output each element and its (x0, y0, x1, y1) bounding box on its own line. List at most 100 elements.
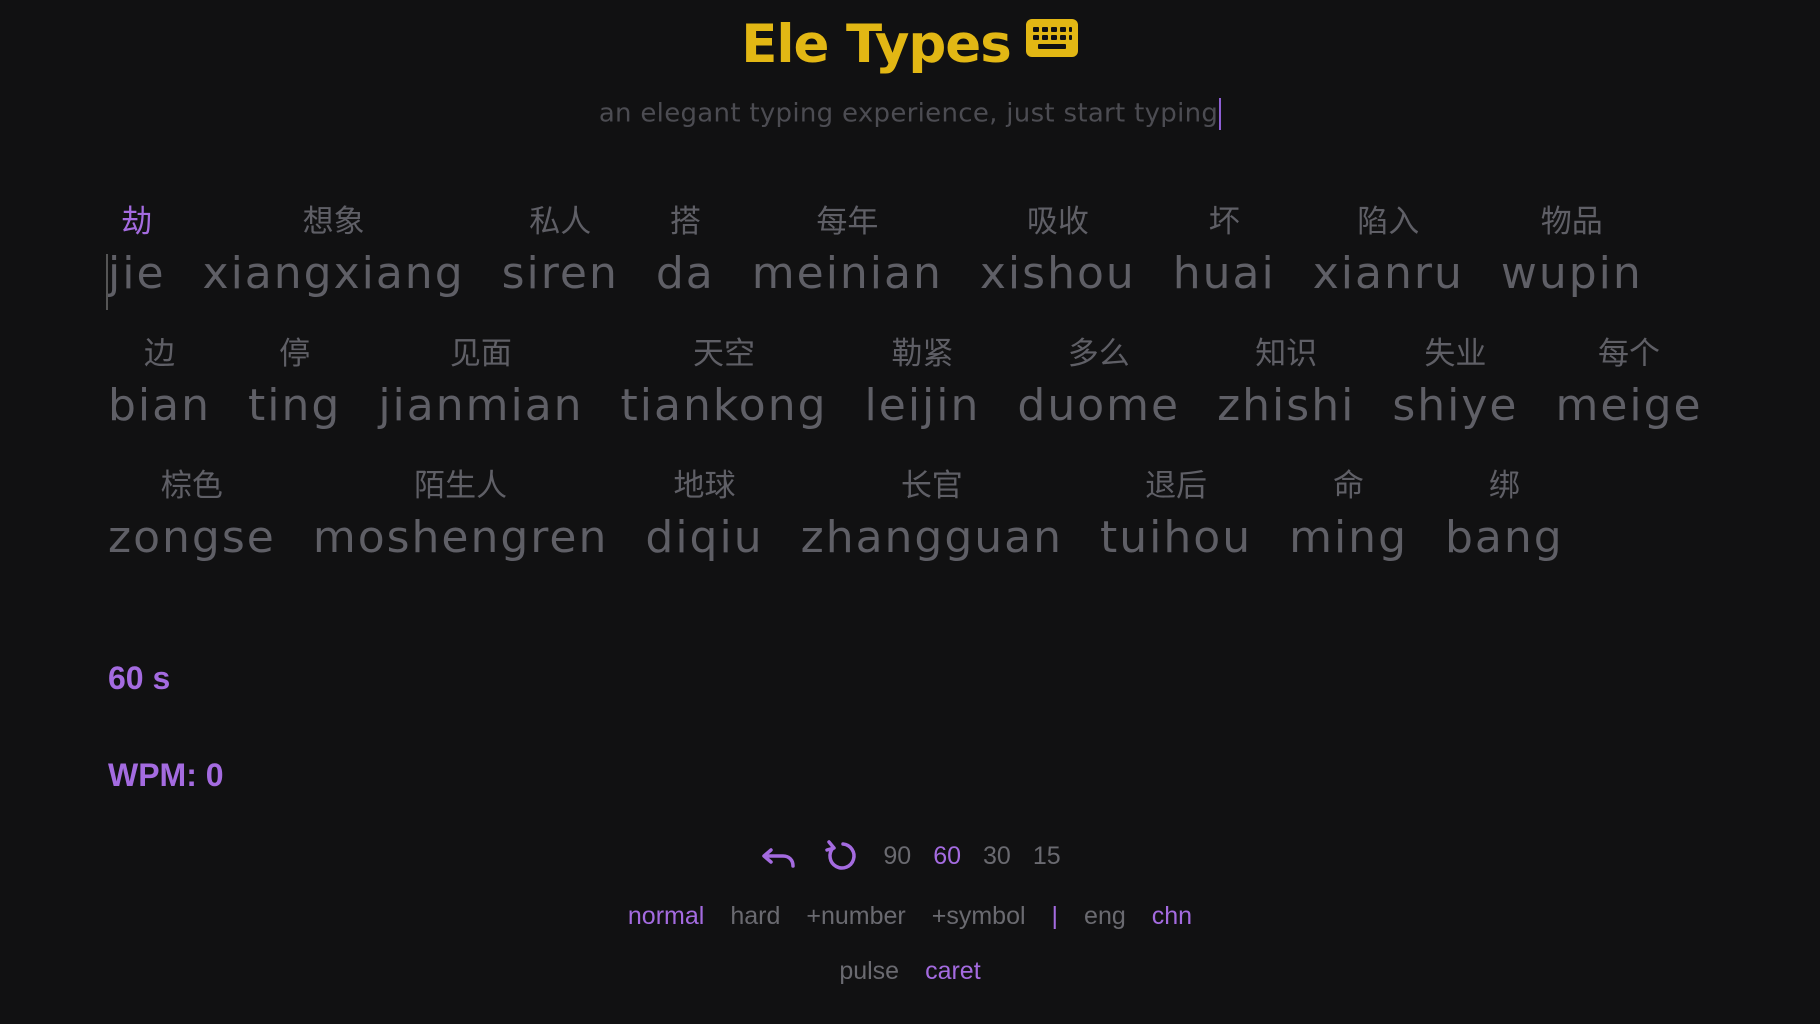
word-hanzi: 私人 (529, 204, 592, 240)
word: 陷入 xianru (1313, 200, 1464, 304)
word: 陌生人 moshengren (313, 464, 609, 568)
app-title: Ele Types (741, 14, 1012, 75)
word-pinyin: bang (1445, 512, 1564, 563)
title-row: Ele Types (741, 10, 1079, 80)
wpm-counter: WPM: 0 (108, 757, 224, 793)
word: 坏 huai (1173, 200, 1276, 304)
word-hanzi: 绑 (1488, 468, 1520, 504)
word-pinyin: jie (108, 248, 166, 299)
style-caret[interactable]: caret (925, 957, 981, 986)
word-pinyin: huai (1172, 248, 1276, 299)
word: 每个 meige (1555, 332, 1702, 436)
word: 劫 jie (106, 200, 166, 310)
word: 私人 siren (502, 200, 619, 304)
word-pinyin: zongse (108, 512, 276, 563)
word: 见面 jianmian (378, 332, 583, 436)
word-pinyin: meinian (751, 248, 943, 299)
word: 物品 wupin (1501, 200, 1643, 304)
word-line: 棕色 zongse 陌生人 moshengren 地球 diqiu 长官 zhangguan 退… (108, 464, 1748, 596)
word-pinyin: ting (248, 380, 342, 431)
duration-30[interactable]: 30 (983, 842, 1011, 871)
restart-button[interactable] (821, 836, 861, 876)
word-pinyin: wupin (1500, 248, 1643, 299)
word-hanzi: 知识 (1255, 336, 1318, 372)
mode-symbol[interactable]: +symbol (932, 902, 1026, 931)
timer: 60 s (108, 660, 171, 696)
word: 多么 duome (1017, 332, 1180, 436)
typing-cursor (106, 254, 108, 310)
word-pinyin: xiangxiang (202, 248, 465, 299)
word-hanzi: 退后 (1145, 468, 1208, 504)
word-hanzi: 陌生人 (414, 468, 508, 504)
word-pinyin: zhishi (1217, 380, 1356, 431)
word-pinyin: da (655, 248, 715, 299)
word: 绑 bang (1445, 464, 1564, 568)
word-hanzi: 坏 (1208, 204, 1240, 240)
word: 棕色 zongse (108, 464, 276, 568)
word-line: 边 bian 停 ting 见面 jianmian 天空 tiankong 勒紧 leijin 多么… (108, 332, 1748, 464)
word-pinyin: bian (108, 380, 212, 431)
subtitle-caret (1219, 98, 1222, 130)
word-hanzi: 多么 (1067, 336, 1130, 372)
word: 吸收 xishou (980, 200, 1136, 304)
mode-bar: normal hard +number +symbol | eng chn (0, 902, 1820, 931)
word: 想象 xiangxiang (203, 200, 465, 304)
style-pulse[interactable]: pulse (839, 957, 899, 986)
subtitle: an elegant typing experience, just start… (0, 98, 1820, 130)
word: 停 ting (248, 332, 341, 436)
word-hanzi: 每年 (816, 204, 879, 240)
word-pinyin: ming (1289, 512, 1408, 563)
word: 长官 zhangguan (801, 464, 1063, 568)
word-pinyin: meige (1555, 380, 1703, 431)
word-hanzi: 每个 (1598, 336, 1661, 372)
word: 失业 shiye (1392, 332, 1518, 436)
word-pinyin: shiye (1392, 380, 1519, 431)
word-line: 劫 jie 想象 xiangxiang 私人 siren 搭 da 每年 meinian 吸收 xis… (106, 200, 1748, 332)
word-hanzi: 搭 (669, 204, 701, 240)
word-area[interactable]: 劫 jie 想象 xiangxiang 私人 siren 搭 da 每年 meinian 吸收 xis… (106, 200, 1748, 596)
duration-60[interactable]: 60 (933, 842, 961, 871)
word-pinyin: siren (501, 248, 619, 299)
word-hanzi: 吸收 (1026, 204, 1089, 240)
word-pinyin: diqiu (645, 512, 764, 563)
word: 搭 da (656, 200, 715, 304)
word-pinyin: moshengren (312, 512, 609, 563)
header: Ele Types an elegant typing experience, … (0, 10, 1820, 130)
duration-90[interactable]: 90 (883, 842, 911, 871)
word-pinyin: zhangguan (800, 512, 1064, 563)
subtitle-text: an elegant typing experience, just start… (598, 98, 1219, 129)
mode-hard[interactable]: hard (730, 902, 780, 931)
mode-normal[interactable]: normal (628, 902, 704, 931)
restart-icon (825, 840, 857, 870)
word-hanzi: 见面 (449, 336, 512, 372)
word-pinyin: leijin (864, 380, 981, 431)
word-hanzi: 陷入 (1357, 204, 1420, 240)
keyboard-icon (1025, 19, 1078, 57)
word-hanzi: 劫 (121, 204, 153, 240)
word: 退后 tuihou (1100, 464, 1252, 568)
word-hanzi: 失业 (1424, 336, 1487, 372)
undo-icon (762, 848, 796, 868)
word: 命 ming (1289, 464, 1408, 568)
word-hanzi: 天空 (693, 336, 756, 372)
word-hanzi: 边 (144, 336, 175, 372)
word-pinyin: tiankong (620, 380, 828, 431)
word-pinyin: tuihou (1100, 512, 1253, 563)
mode-number[interactable]: +number (806, 902, 905, 931)
word: 天空 tiankong (621, 332, 828, 436)
controls-bar: 90 60 30 15 (0, 836, 1820, 876)
word-hanzi: 想象 (302, 204, 365, 240)
word-pinyin: jianmian (378, 380, 584, 431)
word-pinyin: xianru (1312, 248, 1464, 299)
lang-chn[interactable]: chn (1152, 902, 1192, 931)
duration-15[interactable]: 15 (1033, 842, 1061, 871)
undo-button[interactable] (759, 836, 799, 876)
word-pinyin: duome (1017, 380, 1181, 431)
word: 地球 diqiu (645, 464, 763, 568)
word: 知识 zhishi (1217, 332, 1355, 436)
word-pinyin: xishou (979, 248, 1136, 299)
lang-eng[interactable]: eng (1084, 902, 1126, 931)
word: 边 bian (108, 332, 211, 436)
word-hanzi: 地球 (673, 468, 736, 504)
word-hanzi: 停 (279, 336, 311, 372)
